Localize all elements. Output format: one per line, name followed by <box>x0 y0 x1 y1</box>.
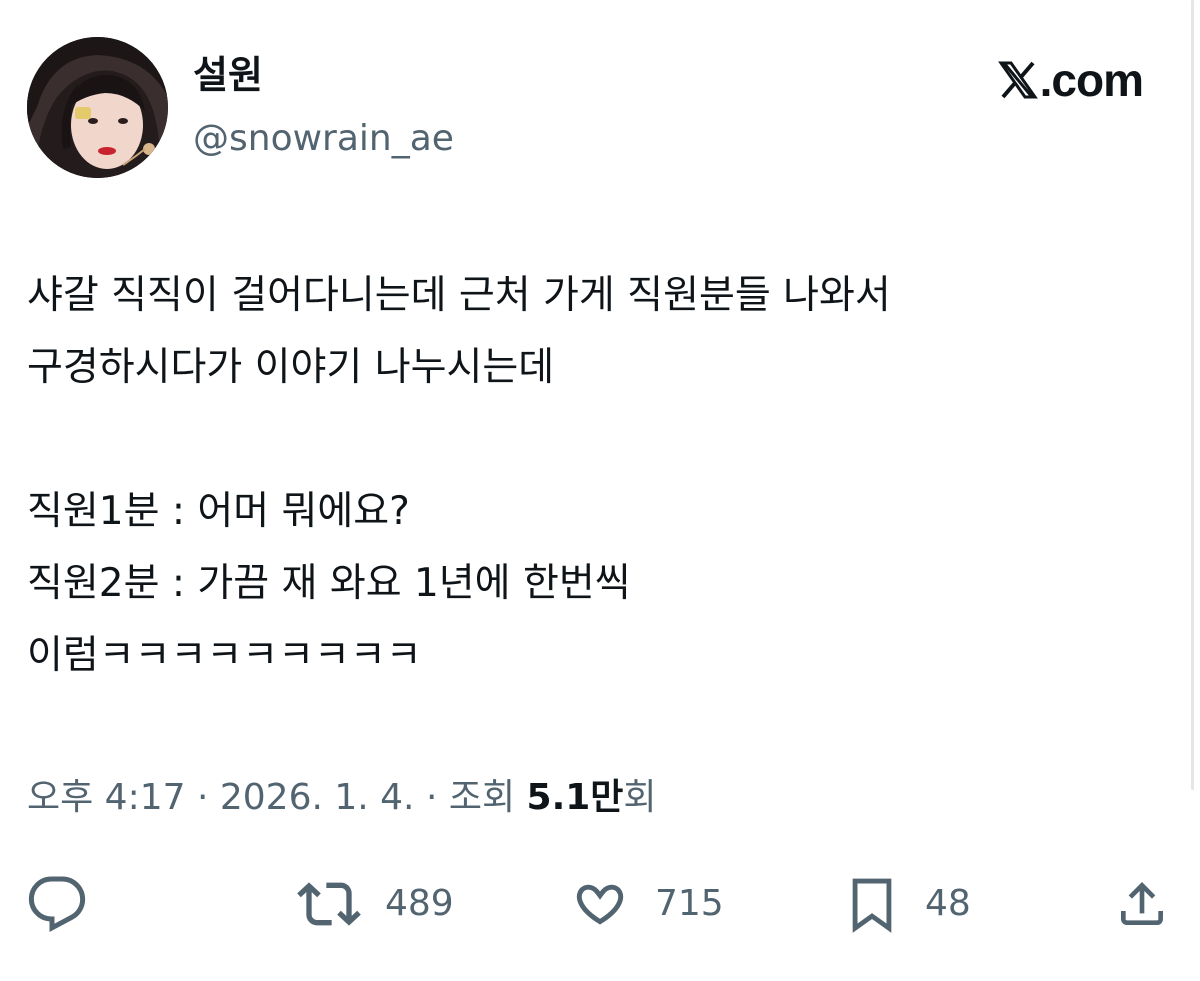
tweet-line: 이럼ㅋㅋㅋㅋㅋㅋㅋㅋㅋ <box>27 633 422 678</box>
brand-watermark: .com <box>997 52 1144 108</box>
retweet-icon <box>297 882 361 926</box>
tweet-meta: 오후 4:17 · 2026. 1. 4. · 조회 5.1만회 <box>27 770 657 826</box>
reply-icon <box>28 876 86 932</box>
retweet-button[interactable]: 489 <box>297 868 454 940</box>
share-button[interactable] <box>1114 868 1170 940</box>
avatar-photo <box>27 37 168 178</box>
tweet-line-break <box>27 404 1167 476</box>
reply-button[interactable] <box>27 868 87 940</box>
author-avatar[interactable] <box>27 37 168 178</box>
like-count: 715 <box>655 883 724 924</box>
tweet-line: 직원2분 : 가끔 재 와요 1년에 한번씩 <box>27 561 631 606</box>
x-logo-icon <box>997 61 1038 99</box>
tweet-timestamp[interactable]: 오후 4:17 · 2026. 1. 4. · 조회 <box>27 777 527 818</box>
retweet-count: 489 <box>385 883 454 924</box>
bookmark-button[interactable]: 48 <box>843 868 971 940</box>
tweet-line: 직원1분 : 어머 뭐에요? <box>27 489 410 534</box>
heart-icon <box>576 884 624 925</box>
views-unit: 회 <box>623 777 657 818</box>
like-button[interactable]: 715 <box>569 868 724 940</box>
action-bar: 489 715 48 <box>0 868 1200 940</box>
bookmark-count: 48 <box>925 883 971 924</box>
brand-label: .com <box>1039 54 1144 106</box>
author-display-name[interactable]: 설원 <box>193 50 263 100</box>
share-icon <box>1121 882 1163 925</box>
tweet-text: 샤갈 직직이 걸어다니는데 근처 가게 직원분들 나와서 구경하시다가 이야기 … <box>27 260 1167 692</box>
tweet-line: 구경하시다가 이야기 나누시는데 <box>27 345 555 390</box>
views-count: 5.1만 <box>526 777 624 818</box>
bookmark-icon <box>852 878 892 933</box>
tweet-line: 샤갈 직직이 걸어다니는데 근처 가게 직원분들 나와서 <box>27 273 891 318</box>
author-handle[interactable]: @snowrain_ae <box>193 114 454 164</box>
scrollbar[interactable] <box>1191 0 1194 790</box>
